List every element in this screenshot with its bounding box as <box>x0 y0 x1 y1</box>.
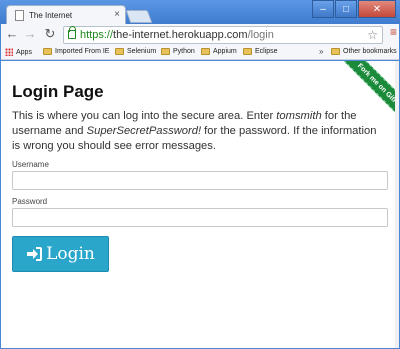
star-icon[interactable]: ☆ <box>367 27 378 43</box>
other-bookmarks-label: Other bookmarks <box>343 48 397 55</box>
bookmark-imported-from-ie[interactable]: Imported From IE <box>43 48 109 55</box>
login-button[interactable]: Login <box>12 236 109 272</box>
tab-the-internet[interactable]: The Internet × <box>6 5 126 25</box>
apps-grid-icon <box>5 48 13 56</box>
instructions-password: SuperSecretPassword! <box>86 125 202 137</box>
menu-icon[interactable]: ≡ <box>390 25 397 39</box>
password-field[interactable] <box>12 208 388 227</box>
folder-icon <box>115 48 124 55</box>
login-button-label: Login <box>46 244 95 264</box>
bookmark-selenium[interactable]: Selenium <box>115 48 156 55</box>
bookmark-eclipse[interactable]: Eclipse <box>243 48 278 55</box>
instructions-username: tomsmith <box>276 110 322 122</box>
login-instructions: This is where you can log into the secur… <box>12 109 387 154</box>
page-title: Login Page <box>12 82 104 101</box>
other-bookmarks[interactable]: Other bookmarks <box>331 48 397 55</box>
folder-icon <box>243 48 252 55</box>
page-icon <box>15 10 24 21</box>
bookmark-python[interactable]: Python <box>161 48 195 55</box>
scrollbar[interactable] <box>395 61 399 348</box>
instructions-text: This is where you can log into the secur… <box>12 110 277 122</box>
bookmark-label: Apps <box>16 48 32 56</box>
bookmark-label: Imported From IE <box>55 48 110 55</box>
username-field[interactable] <box>12 171 388 190</box>
bookmark-label: Appium <box>213 48 237 55</box>
browser-window: The Internet × – □ ✕ ← → ↻ https://the-i… <box>0 0 400 349</box>
bookmarks-bar: Apps Imported From IE Selenium Python Ap… <box>1 46 399 60</box>
window-controls: – □ ✕ <box>311 0 396 18</box>
bookmark-label: Selenium <box>127 48 157 55</box>
tab-title: The Internet <box>29 11 73 20</box>
minimize-button[interactable]: – <box>312 0 334 18</box>
bookmark-appium[interactable]: Appium <box>201 48 237 55</box>
bookmarks-overflow-icon[interactable]: » <box>319 47 323 56</box>
username-label: Username <box>12 160 49 169</box>
reload-icon[interactable]: ↻ <box>42 26 58 42</box>
bookmark-apps[interactable]: Apps <box>5 48 32 56</box>
close-window-button[interactable]: ✕ <box>358 0 396 18</box>
url-scheme: https:// <box>80 29 114 41</box>
back-arrow-icon[interactable]: ← <box>4 26 20 42</box>
address-bar[interactable]: https://the-internet.herokuapp.com/login… <box>63 26 383 44</box>
sign-in-icon <box>27 247 43 261</box>
lock-icon <box>68 26 76 39</box>
forward-arrow-icon[interactable]: → <box>22 26 38 42</box>
bookmark-label: Python <box>173 48 195 55</box>
close-tab-icon[interactable]: × <box>114 9 120 21</box>
page-content: Fork me on GitHub Login Page This is whe… <box>1 61 399 348</box>
folder-icon <box>43 48 52 55</box>
folder-icon <box>201 48 210 55</box>
title-bar: The Internet × – □ ✕ <box>0 0 400 25</box>
folder-icon <box>331 48 340 55</box>
url-host: the-internet.herokuapp.com <box>113 29 248 41</box>
new-tab-button[interactable] <box>125 10 153 23</box>
password-label: Password <box>12 197 48 206</box>
browser-toolbar: ← → ↻ https://the-internet.herokuapp.com… <box>1 24 399 46</box>
bookmark-label: Eclipse <box>255 48 278 55</box>
folder-icon <box>161 48 170 55</box>
url-path: /login <box>247 29 274 41</box>
maximize-button[interactable]: □ <box>335 0 357 18</box>
